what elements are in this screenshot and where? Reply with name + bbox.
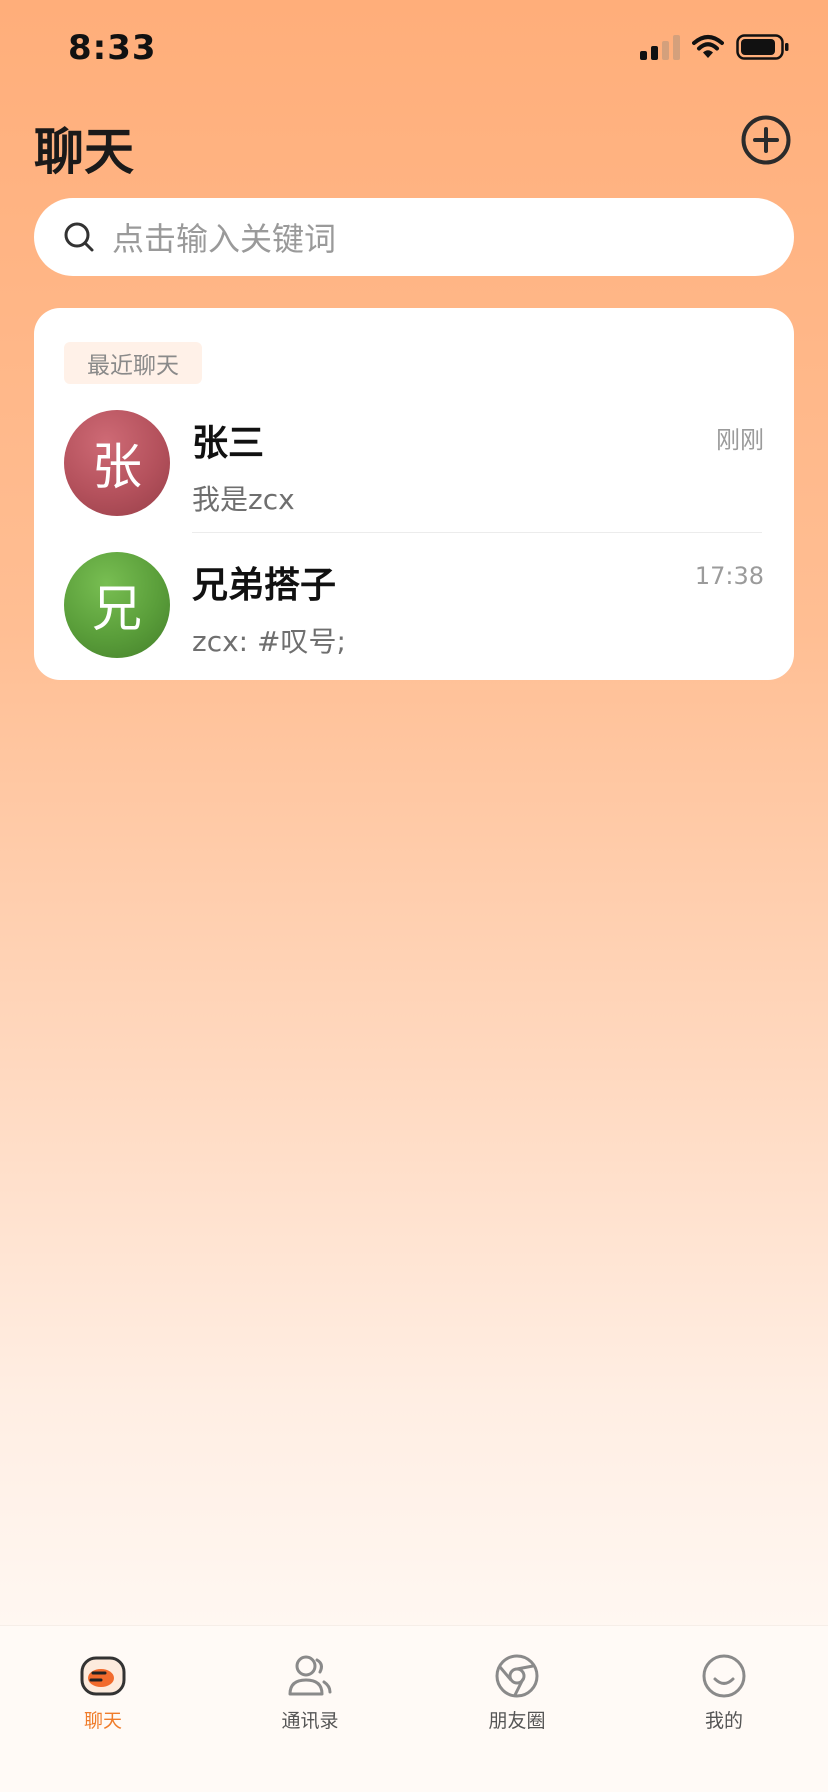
avatar-letter: 兄 — [92, 580, 142, 638]
search-placeholder: 点击输入关键词 — [112, 220, 337, 258]
status-icons — [640, 34, 790, 60]
tab-moments[interactable]: 朋友圈 — [447, 1652, 587, 1752]
tab-label: 聊天 — [83, 1710, 122, 1732]
wifi-icon — [692, 35, 724, 58]
tab-contacts[interactable]: 通讯录 — [240, 1652, 380, 1752]
chat-item-zhangsan[interactable]: 张 张三 刚刚 我是zcx — [34, 410, 794, 550]
chat-time: 刚刚 — [716, 426, 764, 454]
page-title: 聊天 — [34, 123, 134, 181]
add-button[interactable] — [740, 114, 792, 166]
status-bar: 8:33 — [0, 0, 828, 100]
chat-preview: 我是zcx — [192, 483, 295, 516]
chat-item-group[interactable]: 兄 兄弟搭子 17:38 zcx: #叹号; — [34, 552, 794, 692]
search-input[interactable]: 点击输入关键词 — [34, 198, 794, 276]
tab-label: 通讯录 — [281, 1710, 339, 1732]
profile-icon — [702, 1654, 746, 1698]
tab-label: 我的 — [704, 1710, 743, 1732]
contacts-icon — [288, 1655, 332, 1696]
chat-icon — [80, 1656, 126, 1696]
recent-chats-tag: 最近聊天 — [64, 342, 202, 384]
battery-icon — [736, 34, 789, 60]
tab-bar: 聊天 通讯录 朋友圈 我的 — [0, 1625, 828, 1792]
moments-icon — [495, 1654, 539, 1698]
chat-name: 兄弟搭子 — [192, 565, 337, 606]
search-icon — [64, 222, 94, 252]
chat-preview: zcx: #叹号; — [192, 625, 346, 658]
tab-chat[interactable]: 聊天 — [33, 1652, 173, 1752]
divider — [192, 532, 762, 533]
avatar: 张 — [64, 410, 170, 516]
cellular-signal-icon — [640, 34, 680, 60]
status-time: 8:33 — [68, 28, 157, 68]
chat-time: 17:38 — [694, 562, 764, 590]
chat-name: 张三 — [192, 423, 265, 464]
tab-label: 朋友圈 — [488, 1710, 546, 1732]
avatar: 兄 — [64, 552, 170, 658]
recent-chats-card: 最近聊天 张 张三 刚刚 我是zcx 兄 兄弟搭子 17:38 zcx: #叹号… — [34, 308, 794, 680]
avatar-letter: 张 — [92, 438, 142, 496]
tab-profile[interactable]: 我的 — [654, 1652, 794, 1752]
